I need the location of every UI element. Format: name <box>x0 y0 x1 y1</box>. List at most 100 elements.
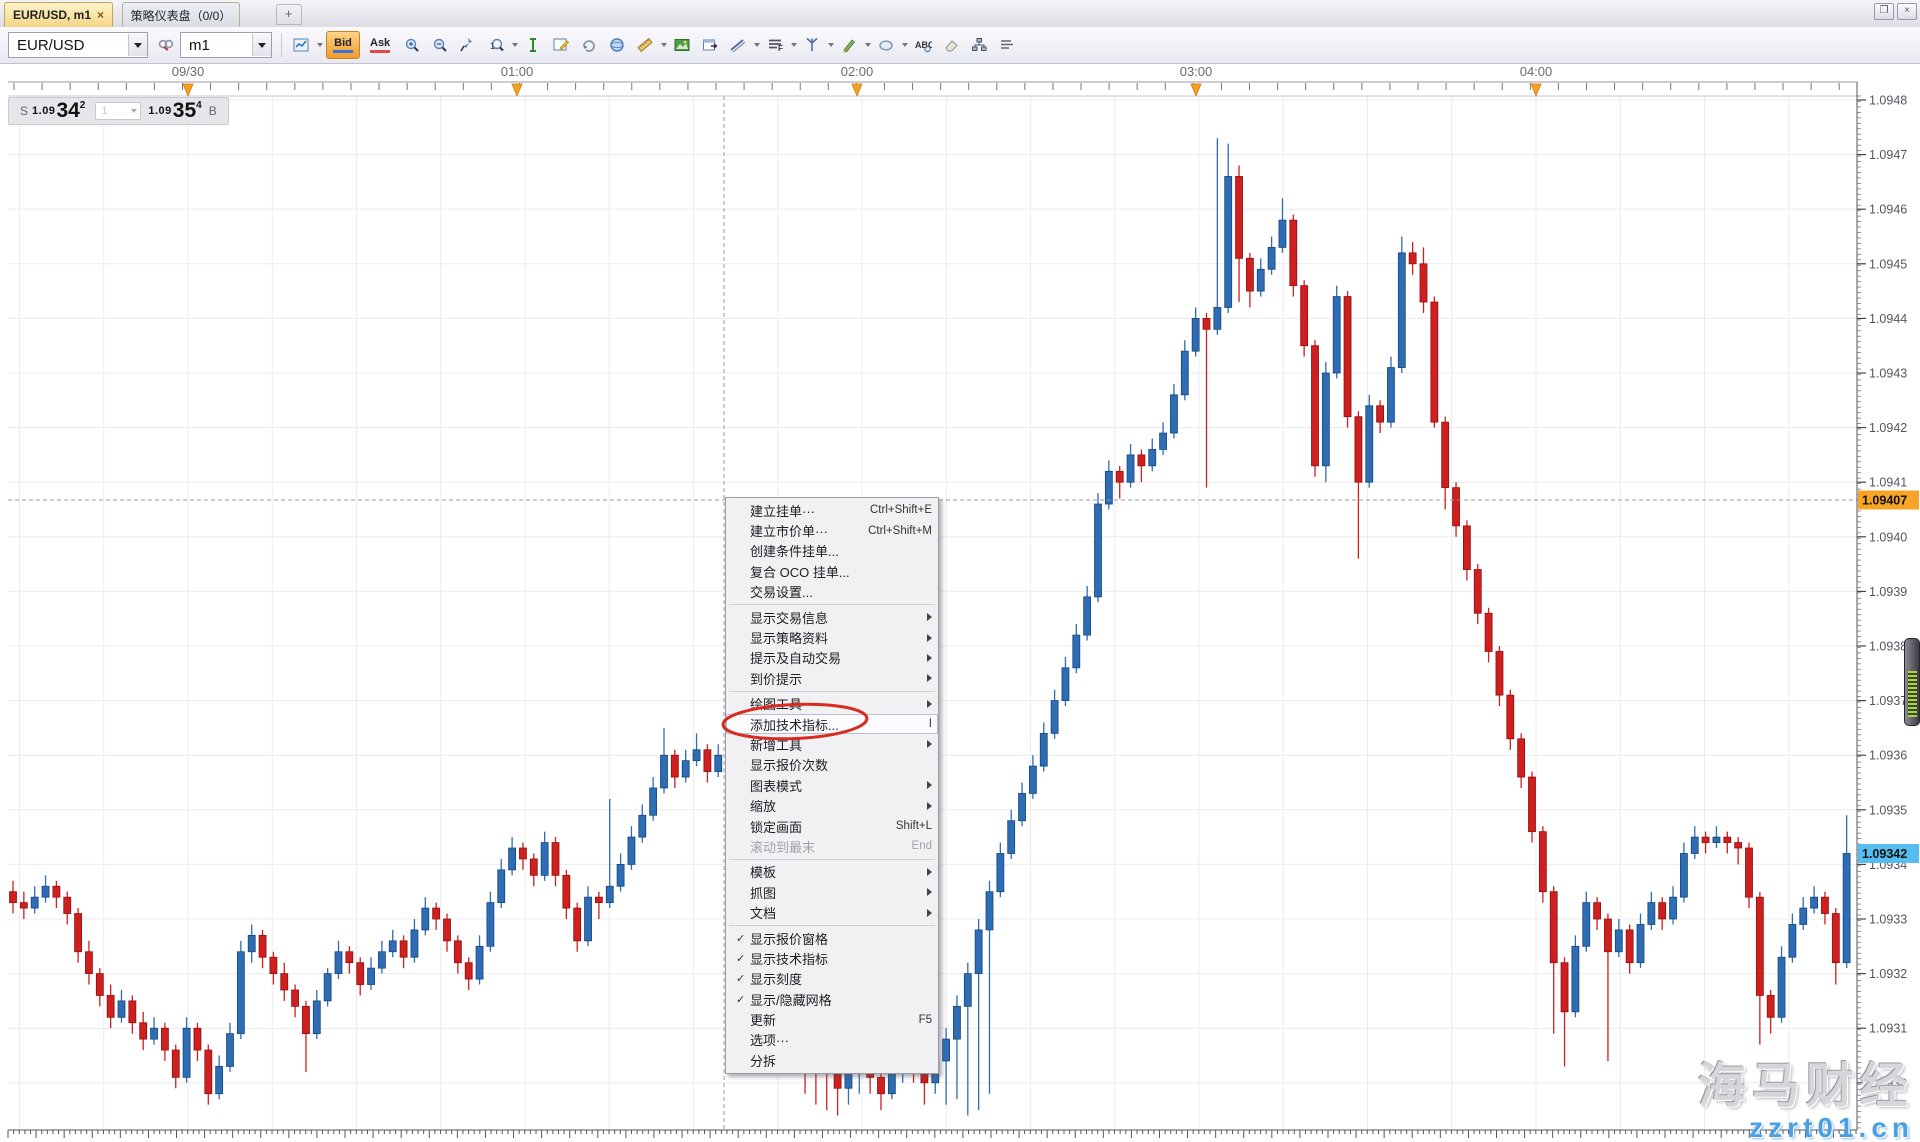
checkmark-icon: ✓ <box>736 932 750 945</box>
svg-text:1.0941: 1.0941 <box>1869 476 1907 490</box>
price-axis-scroll-thumb[interactable] <box>1904 638 1920 726</box>
svg-text:1.0944: 1.0944 <box>1869 312 1907 326</box>
menu-item-抓图[interactable]: 抓图 <box>726 882 938 902</box>
menu-item-更新[interactable]: 更新F5 <box>726 1009 938 1029</box>
svg-text:01:00: 01:00 <box>501 64 534 79</box>
svg-text:1.0931: 1.0931 <box>1869 1022 1907 1036</box>
menu-item-shortcut: I <box>929 718 932 730</box>
menu-item-label: 显示刻度 <box>750 969 932 988</box>
menu-item-label: 建立市价单··· <box>750 521 860 540</box>
svg-text:1.0942: 1.0942 <box>1869 421 1907 435</box>
menu-item-label: 更新 <box>750 1010 911 1029</box>
watermark-line1: 海马财经 <box>1698 1062 1914 1112</box>
svg-text:1.09342: 1.09342 <box>1862 847 1907 861</box>
menu-item-滚动到最末: 滚动到最末End <box>726 836 938 856</box>
buy-price-big: 35 <box>173 101 196 121</box>
menu-item-建立挂单[interactable]: 建立挂单··· Ctrl+Shift+E <box>726 500 938 520</box>
checkmark-icon: ✓ <box>736 972 750 985</box>
menu-item-显示策略资料[interactable]: 显示策略资料 <box>726 627 938 647</box>
menu-item-label: 缩放 <box>750 796 919 815</box>
menu-item-label: 交易设置... <box>750 582 932 601</box>
scroll-thumb-grip <box>1908 671 1917 717</box>
menu-item-分拆[interactable]: 分拆 <box>726 1050 938 1070</box>
svg-text:1.09407: 1.09407 <box>1862 494 1907 508</box>
chevron-down-icon <box>131 109 137 113</box>
submenu-arrow-icon <box>927 740 932 748</box>
menu-item-图表模式[interactable]: 图表模式 <box>726 775 938 795</box>
menu-item-label: 图表模式 <box>750 776 919 795</box>
svg-text:1.0939: 1.0939 <box>1869 585 1907 599</box>
one-click-trade-widget[interactable]: S 1.09 34 2 1 1.09 35 4 B <box>8 97 229 125</box>
menu-item-锁定画面[interactable]: 锁定画面Shift+L <box>726 816 938 836</box>
svg-text:1.0938: 1.0938 <box>1869 640 1907 654</box>
svg-text:1.0936: 1.0936 <box>1869 749 1907 763</box>
menu-item-绘图工具[interactable]: 绘图工具 <box>726 694 938 714</box>
submenu-arrow-icon <box>927 634 932 642</box>
menu-item-显示报价窗格[interactable]: ✓显示报价窗格 <box>726 928 938 948</box>
menu-item-提示及自动交易[interactable]: 提示及自动交易 <box>726 648 938 668</box>
menu-separator <box>729 925 935 926</box>
menu-item-shortcut: Ctrl+Shift+E <box>870 504 932 516</box>
svg-text:1.0935: 1.0935 <box>1869 803 1907 817</box>
menu-item-label: 显示/隐藏网格 <box>750 990 932 1009</box>
menu-item-显示报价次数[interactable]: 显示报价次数 <box>726 755 938 775</box>
menu-item-label: 选项··· <box>750 1030 932 1049</box>
menu-item-label: 建立挂单··· <box>750 501 862 520</box>
svg-text:1.0932: 1.0932 <box>1869 967 1907 981</box>
menu-item-label: 绘图工具 <box>750 694 919 713</box>
svg-text:1.0933: 1.0933 <box>1869 913 1907 927</box>
menu-item-label: 创建条件挂单... <box>750 541 932 560</box>
menu-item-显示技术指标[interactable]: ✓显示技术指标 <box>726 948 938 968</box>
menu-item-显示隐藏网格[interactable]: ✓显示/隐藏网格 <box>726 989 938 1009</box>
sell-label: S <box>20 104 28 118</box>
menu-item-缩放[interactable]: 缩放 <box>726 795 938 815</box>
submenu-arrow-icon <box>927 868 932 876</box>
submenu-arrow-icon <box>927 613 932 621</box>
menu-item-label: 显示报价次数 <box>750 755 932 774</box>
menu-separator <box>729 859 935 860</box>
svg-text:1.0943: 1.0943 <box>1869 367 1907 381</box>
menu-item-到价提示[interactable]: 到价提示 <box>726 668 938 688</box>
svg-text:1.0945: 1.0945 <box>1869 257 1907 271</box>
watermark-line2: zzrt01.cn <box>1698 1113 1914 1142</box>
menu-item-选项[interactable]: 选项··· <box>726 1030 938 1050</box>
submenu-arrow-icon <box>927 654 932 662</box>
menu-item-label: 显示报价窗格 <box>750 929 932 948</box>
menu-item-显示交易信息[interactable]: 显示交易信息 <box>726 607 938 627</box>
menu-item-label: 复合 OCO 挂单... <box>750 562 932 581</box>
menu-item-label: 文档 <box>750 903 919 922</box>
svg-text:03:00: 03:00 <box>1180 64 1213 79</box>
menu-item-label: 新增工具 <box>750 735 919 754</box>
submenu-arrow-icon <box>927 700 932 708</box>
menu-item-文档[interactable]: 文档 <box>726 902 938 922</box>
menu-separator <box>729 604 935 605</box>
submenu-arrow-icon <box>927 781 932 789</box>
menu-item-添加技术指标[interactable]: 添加技术指标...I <box>726 714 938 734</box>
candlestick-chart[interactable]: 09/3001:0002:0003:0004:001.09481.09471.0… <box>0 0 1920 1142</box>
context-menu: 建立挂单··· Ctrl+Shift+E 建立市价单··· Ctrl+Shift+M 创… <box>725 497 939 1074</box>
menu-item-label: 锁定画面 <box>750 817 888 836</box>
menu-item-新增工具[interactable]: 新增工具 <box>726 734 938 754</box>
sell-price-prefix: 1.09 <box>32 105 55 117</box>
menu-item-交易设置[interactable]: 交易设置... <box>726 582 938 602</box>
svg-text:1.0948: 1.0948 <box>1869 94 1907 108</box>
menu-item-shortcut: Ctrl+Shift+M <box>868 525 932 537</box>
menu-separator <box>729 691 935 692</box>
svg-text:04:00: 04:00 <box>1520 64 1553 79</box>
trading-app-window: 09/3001:0002:0003:0004:001.09481.09471.0… <box>0 0 1920 1142</box>
sell-price-big: 34 <box>56 101 79 121</box>
menu-item-label: 到价提示 <box>750 669 919 688</box>
menu-item-shortcut: End <box>912 840 932 852</box>
menu-item-label: 提示及自动交易 <box>750 648 919 667</box>
buy-price-prefix: 1.09 <box>148 105 171 117</box>
svg-text:1.0947: 1.0947 <box>1869 148 1907 162</box>
menu-item-label: 分拆 <box>750 1051 932 1070</box>
menu-item-创建条件挂单[interactable]: 创建条件挂单... <box>726 541 938 561</box>
menu-item-复合OCO挂单[interactable]: 复合 OCO 挂单... <box>726 561 938 581</box>
amount-input[interactable]: 1 <box>95 102 141 120</box>
checkmark-icon: ✓ <box>736 993 750 1006</box>
menu-item-显示刻度[interactable]: ✓显示刻度 <box>726 969 938 989</box>
sell-price-sup: 2 <box>80 100 86 111</box>
menu-item-模板[interactable]: 模板 <box>726 862 938 882</box>
menu-item-建立市价单[interactable]: 建立市价单··· Ctrl+Shift+M <box>726 520 938 540</box>
